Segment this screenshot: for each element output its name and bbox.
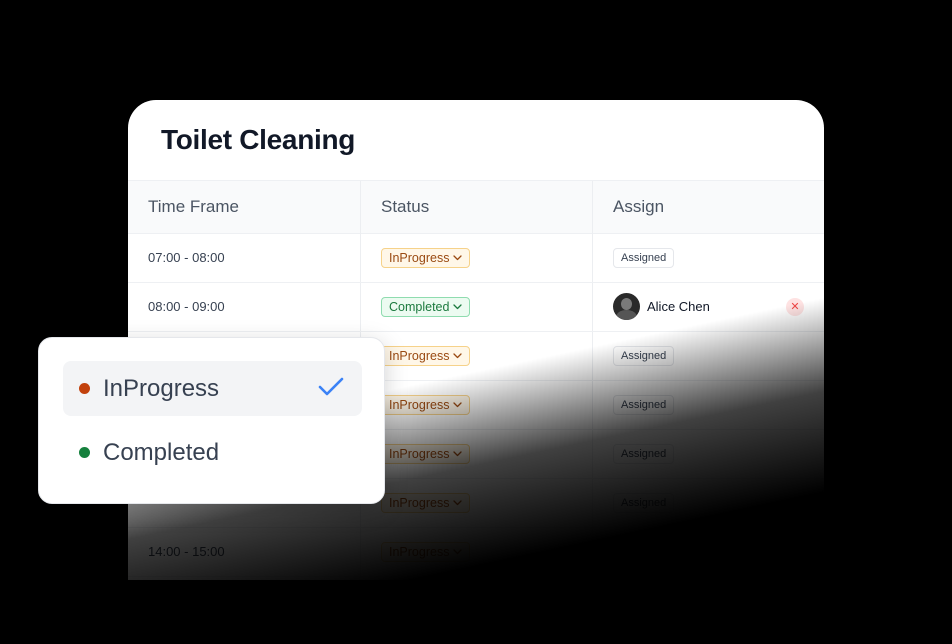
status-dropdown-button[interactable]: InProgress	[381, 346, 471, 366]
assigned-badge[interactable]: Assigned	[613, 444, 675, 464]
status-dropdown-button[interactable]: InProgress	[381, 542, 471, 562]
assign-cell: Alice Chen ✕	[592, 283, 824, 331]
status-option-inprogress[interactable]: InProgress	[63, 361, 362, 416]
status-dropdown-button[interactable]: InProgress	[381, 444, 471, 464]
table-row: 07:00 - 08:00 InProgress Assigned	[128, 234, 824, 283]
table-row: 08:00 - 09:00 Completed Alice Chen ✕	[128, 283, 824, 332]
assigned-badge[interactable]: Assigned	[613, 248, 675, 268]
chevron-down-icon	[453, 451, 463, 457]
chevron-down-icon	[453, 304, 463, 310]
status-dropdown-button[interactable]: InProgress	[381, 493, 471, 513]
assign-cell: Assigned	[592, 528, 824, 576]
time-frame-cell: 14:00 - 15:00	[148, 544, 225, 559]
status-option-label: Completed	[103, 438, 220, 466]
time-frame-cell: 08:00 - 09:00	[148, 299, 225, 314]
chevron-down-icon	[453, 549, 463, 555]
assign-cell: Assigned	[592, 479, 824, 527]
assignee[interactable]: Alice Chen	[613, 293, 710, 320]
status-option-label: InProgress	[103, 374, 220, 402]
table-header: Time Frame Status Assign	[128, 180, 824, 235]
status-label: InProgress	[389, 447, 450, 461]
status-cell: InProgress	[360, 332, 592, 380]
status-dot	[79, 447, 90, 458]
assigned-badge[interactable]: Assigned	[613, 346, 675, 366]
status-label: InProgress	[389, 545, 450, 559]
status-dropdown-button[interactable]: InProgress	[381, 395, 471, 415]
assignee-name: Alice Chen	[647, 299, 710, 314]
remove-assignee-close-icon[interactable]: ✕	[786, 298, 804, 316]
table-row: 14:00 - 15:00 InProgress Assigned	[128, 528, 824, 577]
status-label: InProgress	[389, 496, 450, 510]
status-label: InProgress	[389, 251, 450, 265]
status-cell: InProgress	[360, 234, 592, 282]
status-cell: InProgress	[360, 528, 592, 576]
status-cell: Completed	[360, 283, 592, 331]
column-header-time-frame: Time Frame	[148, 197, 239, 216]
chevron-down-icon	[453, 500, 463, 506]
status-label: InProgress	[389, 398, 450, 412]
assigned-badge[interactable]: Assigned	[613, 395, 675, 415]
status-dropdown-button[interactable]: Completed	[381, 297, 471, 317]
status-label: Completed	[389, 300, 450, 314]
assign-cell: Assigned	[592, 430, 824, 478]
chevron-down-icon	[453, 255, 463, 261]
card-title: Toilet Cleaning	[161, 124, 356, 155]
chevron-down-icon	[453, 353, 463, 359]
chevron-down-icon	[453, 402, 463, 408]
assign-cell: Assigned	[592, 332, 824, 380]
status-dot	[79, 383, 90, 394]
column-header-assign: Assign	[592, 181, 824, 235]
status-cell: InProgress	[360, 381, 592, 429]
checkmark-icon	[318, 376, 344, 403]
status-cell: InProgress	[360, 479, 592, 527]
status-label: InProgress	[389, 349, 450, 363]
status-cell: InProgress	[360, 430, 592, 478]
assigned-badge[interactable]: Assigned	[613, 493, 675, 513]
assigned-badge[interactable]: Assigned	[613, 542, 675, 562]
assign-cell: Assigned	[592, 381, 824, 429]
status-dropdown-menu: InProgress Completed	[38, 337, 385, 504]
status-option-completed[interactable]: Completed	[63, 425, 362, 480]
status-dropdown-button[interactable]: InProgress	[381, 248, 471, 268]
column-header-status: Status	[360, 181, 592, 235]
avatar	[613, 293, 640, 320]
time-frame-cell: 07:00 - 08:00	[148, 250, 225, 265]
assign-cell: Assigned	[592, 234, 824, 282]
